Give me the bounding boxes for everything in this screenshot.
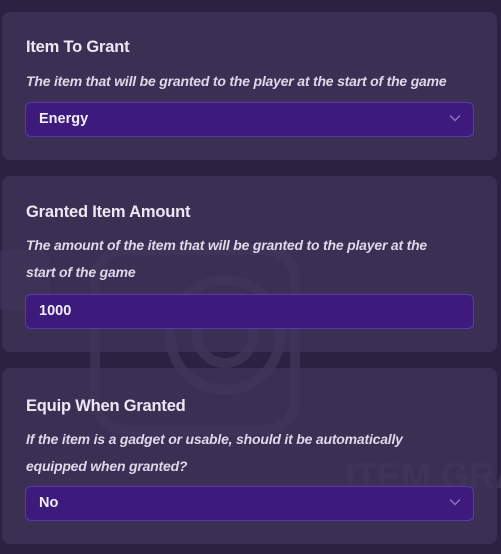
equip-when-granted-description-line-2: equipped when granted? [26, 458, 188, 474]
granted-item-amount-description-line-2: start of the game [26, 264, 136, 280]
chevron-down-icon [449, 499, 461, 506]
equip-when-granted-select[interactable]: No [25, 486, 474, 521]
item-to-grant-select[interactable]: Energy [25, 102, 474, 137]
granted-item-amount-value: 1000 [39, 303, 72, 319]
item-to-grant-description: The item that will be granted to the pla… [26, 73, 447, 89]
granted-item-amount-description-line-1: The amount of the item that will be gran… [26, 237, 428, 253]
equip-when-granted-title: Equip When Granted [26, 397, 186, 415]
item-to-grant-title: Item To Grant [26, 38, 130, 56]
equip-when-granted-card: Equip When Granted If the item is a gadg… [2, 368, 497, 544]
equip-when-granted-description-line-1: If the item is a gadget or usable, shoul… [26, 431, 403, 447]
granted-item-amount-input[interactable]: 1000 [25, 294, 474, 329]
granted-item-amount-card: Granted Item Amount The amount of the it… [2, 176, 497, 352]
item-to-grant-card: Item To Grant The item that will be gran… [2, 12, 497, 160]
item-to-grant-value: Energy [39, 111, 89, 127]
equip-when-granted-value: No [39, 495, 59, 511]
granted-item-amount-title: Granted Item Amount [26, 203, 191, 221]
chevron-down-icon [449, 115, 461, 122]
